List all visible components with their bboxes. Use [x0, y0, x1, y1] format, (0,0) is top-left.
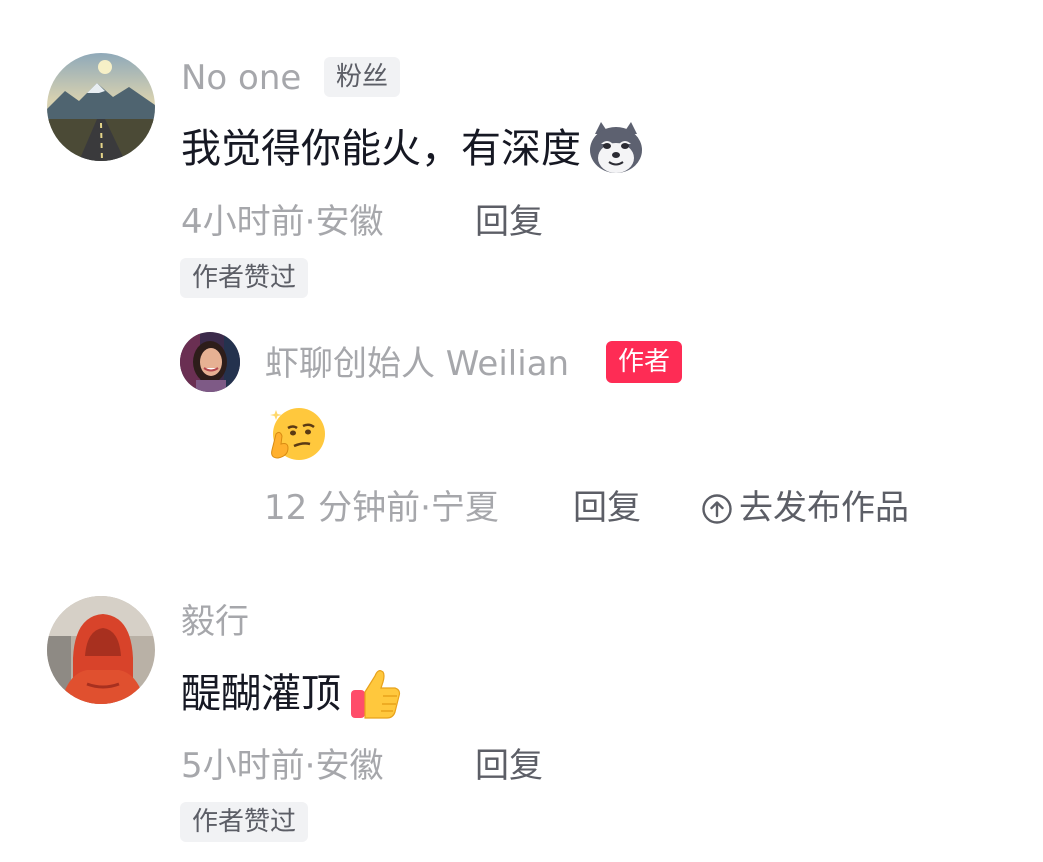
avatar[interactable]: [47, 53, 155, 161]
reply-button[interactable]: 回复: [573, 486, 641, 530]
comment-item: 毅行 醍醐灌顶 5小时前·安徽 回复 作者赞过: [0, 580, 1043, 862]
reply-item: 虾聊创始人 Weilian 作者 12 分钟前·宁夏 回复 去发布作品: [0, 320, 1043, 540]
author-liked-tag: 作者赞过: [180, 258, 309, 298]
author-liked-tag: 作者赞过: [180, 802, 309, 842]
fan-badge: 粉丝: [324, 57, 401, 97]
comment-text-body: 醍醐灌顶: [181, 671, 341, 717]
arrow-up-circle-icon: [701, 492, 733, 524]
avatar[interactable]: [47, 596, 155, 704]
comment-meta: 4小时前·安徽: [181, 202, 384, 242]
comment-meta: 5小时前·安徽: [181, 746, 384, 786]
avatar[interactable]: [180, 332, 240, 392]
author-badge: 作者: [606, 341, 683, 383]
comment-text: 我觉得你能火，有深度: [181, 120, 645, 178]
publish-work-label: 去发布作品: [739, 488, 909, 528]
comment-item: No one 粉丝 我觉得你能火，有深度 4小时前·安徽 回复 作者赞过: [0, 0, 1043, 320]
publish-work-button[interactable]: 去发布作品: [701, 486, 909, 530]
reply-button[interactable]: 回复: [475, 200, 543, 244]
husky-emoji-icon: [587, 120, 645, 178]
thumbs-up-emoji-icon: [347, 666, 403, 722]
comment-username[interactable]: 毅行: [181, 600, 249, 644]
comment-text: 醍醐灌顶: [181, 666, 403, 722]
reply-username[interactable]: 虾聊创始人 Weilian: [265, 342, 569, 386]
comment-username[interactable]: No one: [181, 56, 301, 100]
reply-meta: 12 分钟前·宁夏: [264, 488, 499, 528]
comment-text-body: 我觉得你能火，有深度: [181, 126, 581, 172]
smirk-thinking-emoji-icon: [266, 404, 328, 466]
reply-button[interactable]: 回复: [475, 744, 543, 788]
